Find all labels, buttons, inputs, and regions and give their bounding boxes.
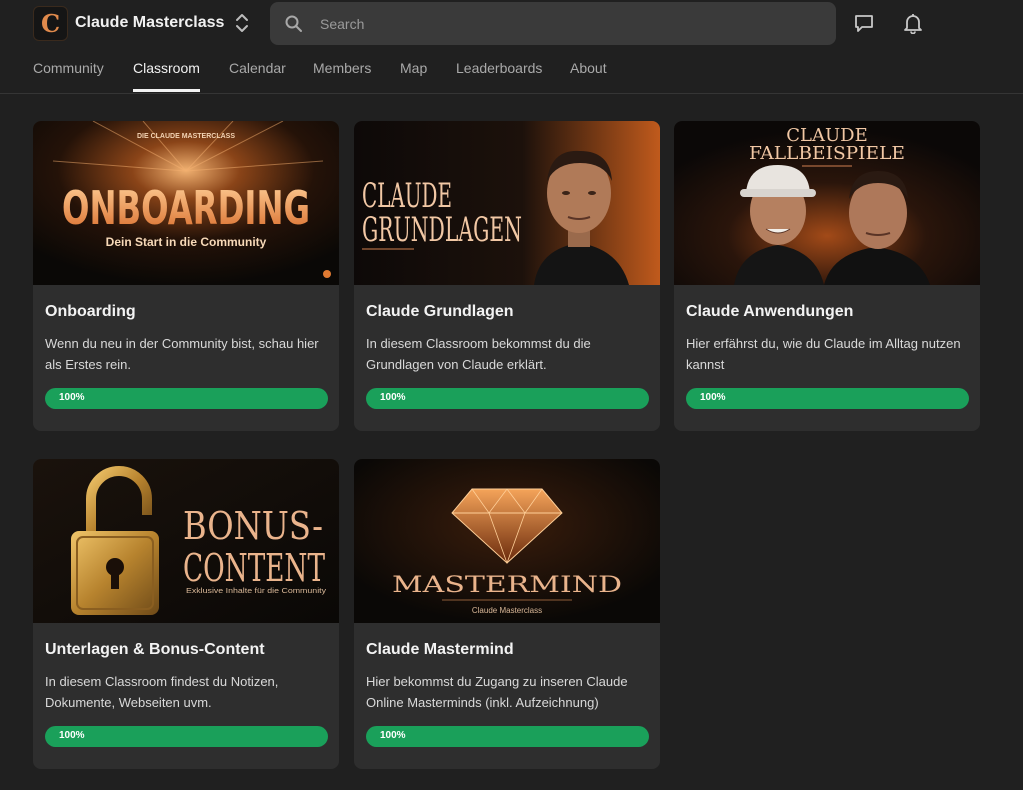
search-bar[interactable] bbox=[270, 2, 836, 45]
community-switcher-chevron-icon[interactable] bbox=[233, 12, 251, 34]
search-icon bbox=[285, 15, 302, 32]
thumbnail-subline: Claude Masterclass bbox=[472, 606, 542, 615]
nav-tabs: Community Classroom Calendar Members Map… bbox=[0, 46, 1023, 94]
tab-classroom[interactable]: Classroom bbox=[133, 60, 200, 92]
course-card-onboarding[interactable]: DIE CLAUDE MASTERCLASS ONBOARDING Dein S… bbox=[33, 121, 339, 431]
course-card-bonus-content[interactable]: BONUS- CONTENT Exklusive Inhalte für die… bbox=[33, 459, 339, 769]
course-card-anwendungen[interactable]: CLAUDE FALLBEISPIELE Claude Anwendungen … bbox=[674, 121, 980, 431]
thumbnail-headline: MASTERMIND bbox=[392, 573, 622, 598]
progress-label: 100% bbox=[59, 392, 85, 403]
thumbnail-subline: Exklusive Inhalte für die Community bbox=[186, 586, 326, 595]
course-thumbnail: MASTERMIND Claude Masterclass bbox=[354, 459, 660, 623]
logo-letter: C bbox=[40, 8, 61, 38]
bell-icon[interactable] bbox=[902, 12, 924, 35]
course-title: Onboarding bbox=[45, 303, 136, 320]
thumbnail-line2: CONTENT bbox=[183, 546, 325, 590]
progress-bar: 100% bbox=[686, 388, 969, 409]
progress-bar: 100% bbox=[366, 726, 649, 747]
thumbnail-line1: BONUS- bbox=[183, 504, 323, 548]
community-logo[interactable]: C bbox=[33, 6, 68, 41]
course-thumbnail: CLAUDE FALLBEISPIELE bbox=[674, 121, 980, 285]
top-bar: C Claude Masterclass bbox=[0, 0, 1023, 46]
course-thumbnail: DIE CLAUDE MASTERCLASS ONBOARDING Dein S… bbox=[33, 121, 339, 285]
course-card-grundlagen[interactable]: CLAUDE GRUNDLAGEN Claude Grundlagen In d… bbox=[354, 121, 660, 431]
course-title: Unterlagen & Bonus-Content bbox=[45, 641, 265, 658]
thumbnail-line2: FALLBEISPIELE bbox=[749, 143, 905, 164]
progress-bar: 100% bbox=[366, 388, 649, 409]
tab-calendar[interactable]: Calendar bbox=[229, 60, 286, 89]
thumbnail-kicker: DIE CLAUDE MASTERCLASS bbox=[137, 133, 235, 140]
progress-label: 100% bbox=[380, 730, 406, 741]
community-name[interactable]: Claude Masterclass bbox=[75, 14, 224, 32]
thumbnail-headline: ONBOARDING bbox=[62, 181, 310, 235]
course-title: Claude Anwendungen bbox=[686, 303, 854, 320]
course-description: Wenn du neu in der Community bist, schau… bbox=[45, 336, 319, 372]
search-input[interactable] bbox=[318, 14, 798, 33]
course-title: Claude Grundlagen bbox=[366, 303, 514, 320]
tab-map[interactable]: Map bbox=[400, 60, 427, 89]
progress-label: 100% bbox=[380, 392, 406, 403]
course-thumbnail: BONUS- CONTENT Exklusive Inhalte für die… bbox=[33, 459, 339, 623]
course-title: Claude Mastermind bbox=[366, 641, 514, 658]
course-description: In diesem Classroom bekommst du die Grun… bbox=[366, 336, 591, 372]
course-card-mastermind[interactable]: MASTERMIND Claude Masterclass Claude Mas… bbox=[354, 459, 660, 769]
course-thumbnail: CLAUDE GRUNDLAGEN bbox=[354, 121, 660, 285]
course-description: Hier bekommst du Zugang zu inseren Claud… bbox=[366, 674, 628, 710]
progress-label: 100% bbox=[59, 730, 85, 741]
course-description: In diesem Classroom findest du Notizen, … bbox=[45, 674, 279, 710]
tab-community[interactable]: Community bbox=[33, 60, 104, 89]
chat-icon[interactable] bbox=[853, 12, 875, 34]
tab-members[interactable]: Members bbox=[313, 60, 371, 89]
progress-label: 100% bbox=[700, 392, 726, 403]
progress-bar: 100% bbox=[45, 388, 328, 409]
course-description: Hier erfährst du, wie du Claude im Allta… bbox=[686, 336, 961, 372]
tab-leaderboards[interactable]: Leaderboards bbox=[456, 60, 542, 89]
progress-bar: 100% bbox=[45, 726, 328, 747]
thumbnail-subline: Dein Start in die Community bbox=[106, 235, 267, 249]
tab-about[interactable]: About bbox=[570, 60, 607, 89]
thumbnail-line2: GRUNDLAGEN bbox=[362, 210, 522, 250]
